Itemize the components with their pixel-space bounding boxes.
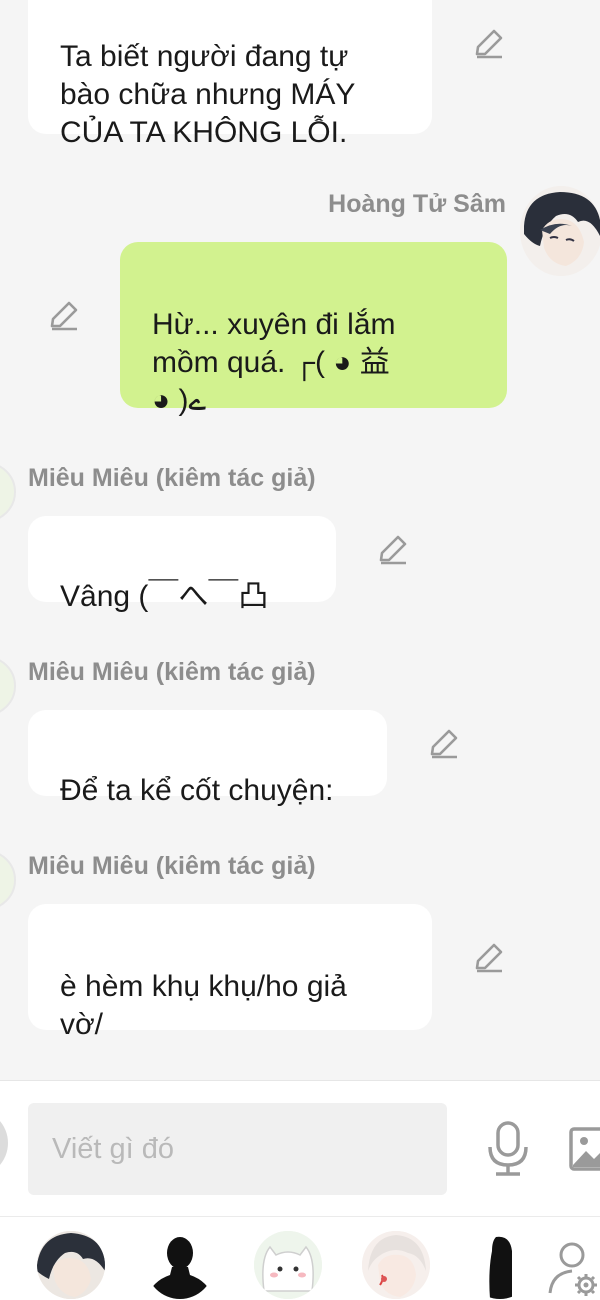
character-bar (0, 1216, 600, 1300)
sender-avatar[interactable] (520, 186, 600, 276)
chat-area[interactable]: Ta biết người đang tự bào chữa nhưng MÁY… (0, 0, 600, 1080)
message-text: Để ta kể cốt chuyện: (60, 774, 334, 807)
image-icon[interactable] (568, 1125, 600, 1173)
message-bubble: Ta biết người đang tự bào chữa nhưng MÁY… (28, 0, 432, 149)
sender-name: Miêu Miêu (kiêm tác giả) (28, 658, 316, 686)
message-text: Hừ... xuyên đi lắm mồm quá. ┌( ◕ 益 ◕ )ے (152, 308, 396, 417)
message-input-placeholder: Viết gì đó (52, 1133, 175, 1165)
message-bubble: è hèm khụ khụ/ho giả vờ/ (28, 904, 432, 1041)
sender-name: Miêu Miêu (kiêm tác giả) (28, 464, 316, 492)
edit-icon[interactable] (472, 26, 506, 60)
microphone-icon[interactable] (486, 1121, 530, 1177)
character-avatar[interactable] (37, 1231, 105, 1299)
message-text: Ta biết người đang tự bào chữa nhưng MÁY… (60, 40, 356, 149)
character-settings-icon[interactable] (548, 1237, 598, 1297)
edit-icon[interactable] (47, 298, 81, 332)
message-bubble: Để ta kể cốt chuyện: (28, 710, 387, 807)
sender-name: Miêu Miêu (kiêm tác giả) (28, 852, 316, 880)
message-bubble: Hừ... xuyên đi lắm mồm quá. ┌( ◕ 益 ◕ )ے (120, 242, 507, 417)
message-bubble: Vâng (￣へ￣凸 (28, 516, 336, 613)
character-avatar[interactable] (362, 1231, 430, 1299)
message-text: Vâng (￣へ￣凸 (60, 580, 269, 613)
message-text: è hèm khụ khụ/ho giả vờ/ (60, 970, 347, 1041)
sender-avatar[interactable] (0, 656, 16, 716)
sender-avatar[interactable] (0, 850, 16, 910)
character-avatar[interactable] (466, 1231, 534, 1299)
edit-icon[interactable] (472, 940, 506, 974)
message-input[interactable]: Viết gì đó (28, 1103, 447, 1195)
character-avatar[interactable] (254, 1231, 322, 1299)
character-avatar[interactable] (146, 1231, 214, 1299)
composer-bar: Viết gì đó (0, 1080, 600, 1216)
edit-icon[interactable] (427, 726, 461, 760)
sender-name: Hoàng Tử Sâm (328, 190, 506, 218)
composer-avatar[interactable] (0, 1109, 8, 1177)
edit-icon[interactable] (376, 532, 410, 566)
sender-avatar[interactable] (0, 462, 16, 522)
